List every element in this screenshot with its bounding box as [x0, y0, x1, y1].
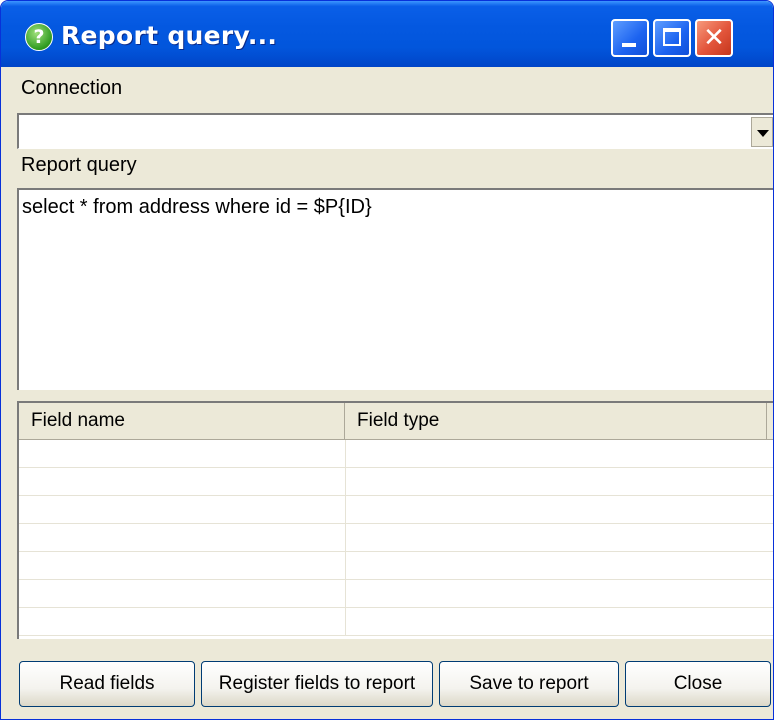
- report-query-label: Report query: [21, 154, 137, 176]
- table-header: Field name Field type: [19, 403, 773, 440]
- register-fields-button[interactable]: Register fields to report: [201, 661, 433, 707]
- dropdown-arrow-icon[interactable]: [751, 117, 773, 147]
- close-button[interactable]: Close: [625, 661, 771, 707]
- help-icon: ?: [25, 23, 53, 51]
- minimize-icon: [622, 43, 636, 47]
- table-body: [19, 440, 773, 636]
- fields-table[interactable]: Field name Field type: [17, 401, 773, 639]
- report-query-dialog: ? Report query... ✕ Connection Report qu…: [0, 0, 774, 720]
- maximize-icon: [663, 28, 681, 46]
- column-header-field-type[interactable]: Field type: [345, 403, 767, 439]
- table-row: [19, 608, 773, 636]
- column-header-field-name[interactable]: Field name: [19, 403, 345, 439]
- connection-select[interactable]: [17, 113, 773, 149]
- table-row: [19, 440, 773, 468]
- save-to-report-button[interactable]: Save to report: [439, 661, 619, 707]
- close-window-button[interactable]: ✕: [695, 19, 733, 57]
- close-icon: ✕: [703, 23, 725, 53]
- minimize-button[interactable]: [611, 19, 649, 57]
- read-fields-button[interactable]: Read fields: [19, 661, 195, 707]
- connection-label: Connection: [21, 77, 123, 99]
- table-row: [19, 552, 773, 580]
- table-row: [19, 468, 773, 496]
- table-row: [19, 524, 773, 552]
- table-row: [19, 496, 773, 524]
- table-row: [19, 580, 773, 608]
- query-textarea[interactable]: select * from address where id = $P{ID}: [17, 188, 773, 390]
- maximize-button[interactable]: [653, 19, 691, 57]
- window-title: Report query...: [61, 21, 278, 50]
- title-bar[interactable]: ? Report query... ✕: [1, 1, 773, 67]
